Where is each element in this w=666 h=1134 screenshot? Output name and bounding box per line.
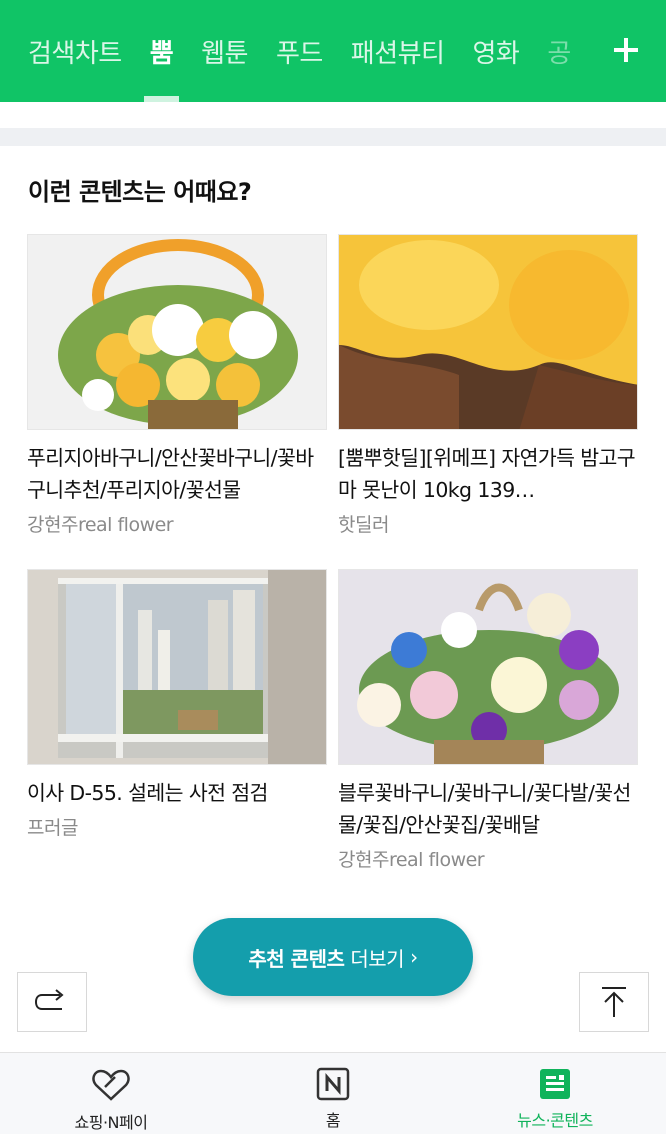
blue-flower-basket-image: [339, 570, 637, 764]
scroll-to-top-button[interactable]: [579, 972, 649, 1032]
card-thumbnail: [338, 234, 638, 430]
share-arrow-icon: [34, 989, 64, 1010]
category-tabs: 검색차트 뿜 웹툰 푸드 패션뷰티 영화 공: [28, 0, 571, 102]
content-card[interactable]: 이사 D-55. 설레는 사전 점검 프러글: [27, 569, 327, 840]
card-title: 이사 D-55. 설레는 사전 점검: [27, 781, 268, 805]
card-source: 핫딜러: [338, 514, 389, 536]
section-title: 이런 콘텐츠는 어때요?: [28, 178, 252, 206]
card-source: 프러글: [27, 817, 78, 839]
sweet-potato-image: [339, 235, 637, 429]
card-thumbnail: [27, 234, 327, 430]
news-icon: [540, 1069, 570, 1099]
content-card[interactable]: 블루꽃바구니/꽃바구니/꽃다발/꽃선물/꽃집/안산꽃집/꽃배달 강현주real …: [338, 569, 638, 872]
content-card[interactable]: 푸리지아바구니/안산꽃바구니/꽃바구니추천/푸리지아/꽃선물 강현주real f…: [27, 234, 327, 537]
nav-home[interactable]: 홈: [222, 1053, 444, 1134]
card-title: [뿜뿌핫딜][위메프] 자연가득 밤고구마 못난이 10kg 139…: [338, 446, 636, 502]
tab-movie[interactable]: 영화: [472, 0, 519, 102]
arrow-to-top-icon: [602, 987, 626, 1017]
chevron-right-icon: ›: [410, 945, 418, 969]
nav-news-content[interactable]: 뉴스·콘텐츠: [444, 1053, 666, 1134]
tab-partial[interactable]: 공: [547, 0, 571, 102]
tab-food[interactable]: 푸드: [276, 0, 323, 102]
tab-ppum[interactable]: 뿜: [143, 0, 180, 102]
card-thumbnail: [338, 569, 638, 765]
card-title: 푸리지아바구니/안산꽃바구니/꽃바구니추천/푸리지아/꽃선물: [27, 446, 314, 502]
heart-tag-icon: [92, 1069, 130, 1101]
more-button-label: 더보기: [350, 946, 405, 971]
bottom-navigation: 쇼핑·N페이 홈 뉴스·콘텐츠: [0, 1052, 666, 1134]
card-thumbnail: [27, 569, 327, 765]
add-category-button[interactable]: [606, 30, 646, 70]
nav-label: 뉴스·콘텐츠: [517, 1111, 593, 1130]
plus-icon: [614, 38, 638, 62]
yellow-flower-basket-image: [28, 235, 326, 429]
n-logo-icon: [316, 1067, 350, 1101]
section-divider: [0, 128, 666, 146]
more-button-bold-label: 추천 콘텐츠: [248, 946, 345, 971]
tab-fashion-beauty[interactable]: 패션뷰티: [351, 0, 445, 102]
content-card[interactable]: [뿜뿌핫딜][위메프] 자연가득 밤고구마 못난이 10kg 139… 핫딜러: [338, 234, 638, 537]
nav-label: 쇼핑·N페이: [74, 1113, 148, 1132]
nav-label: 홈: [325, 1111, 341, 1130]
card-source: 강현주real flower: [27, 514, 174, 536]
apartment-window-image: [28, 570, 326, 764]
category-bar: 검색차트 뿜 웹툰 푸드 패션뷰티 영화 공: [0, 0, 666, 102]
nav-shopping-npay[interactable]: 쇼핑·N페이: [0, 1053, 222, 1134]
share-button[interactable]: [17, 972, 87, 1032]
more-recommended-content-button[interactable]: 추천 콘텐츠 더보기 ›: [193, 918, 473, 996]
card-title: 블루꽃바구니/꽃바구니/꽃다발/꽃선물/꽃집/안산꽃집/꽃배달: [338, 781, 631, 837]
card-source: 강현주real flower: [338, 849, 485, 871]
tab-search-chart[interactable]: 검색차트: [28, 0, 122, 102]
tab-webtoon[interactable]: 웹툰: [201, 0, 248, 102]
